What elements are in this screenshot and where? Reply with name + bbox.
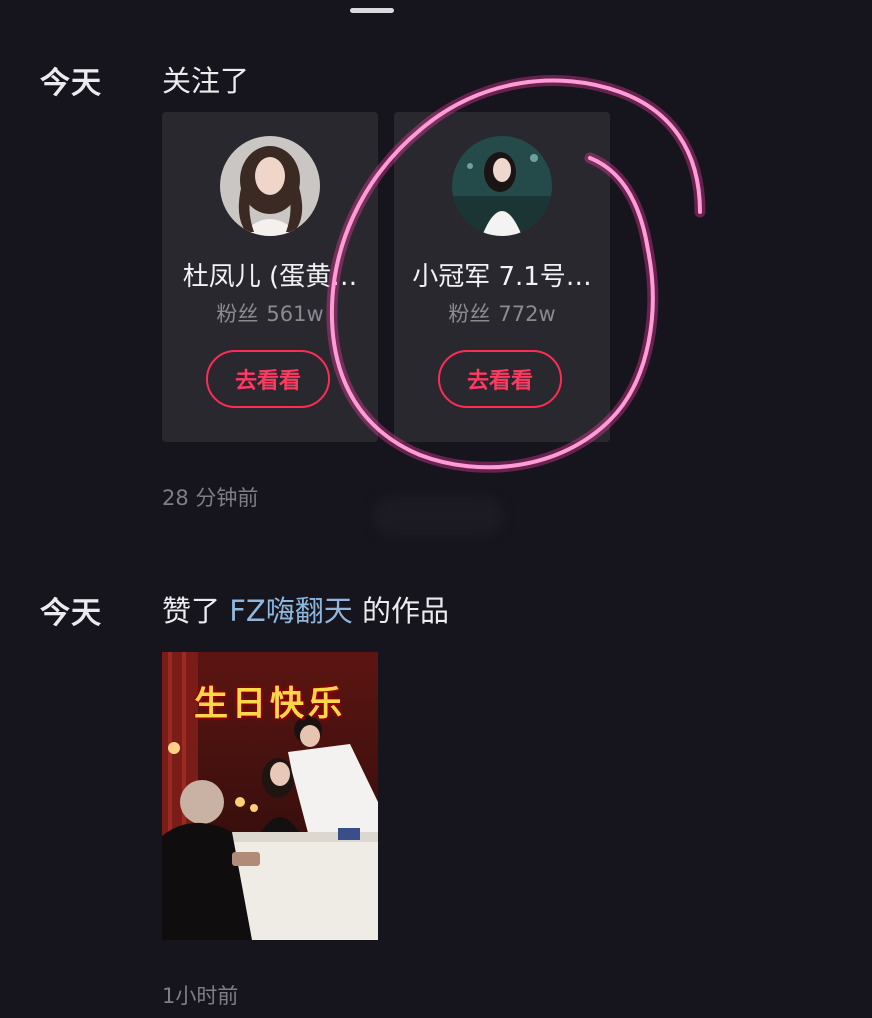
- drag-handle[interactable]: [350, 8, 394, 13]
- avatar[interactable]: [220, 136, 320, 236]
- action-suffix: 的作品: [362, 594, 450, 628]
- day-label: 今天: [40, 66, 102, 101]
- avatar[interactable]: [452, 136, 552, 236]
- timestamp: 1小时前: [162, 984, 239, 1008]
- activity-text: 关注了: [162, 64, 250, 98]
- go-see-button[interactable]: 去看看: [206, 350, 330, 408]
- fans-label: 粉丝: [448, 302, 491, 326]
- day-label: 今天: [40, 596, 102, 631]
- card-fans: 粉丝 561w: [162, 298, 378, 328]
- user-link[interactable]: FZ嗨翻天: [229, 594, 353, 628]
- card-name: 杜凤儿 (蛋黄…: [182, 262, 358, 292]
- fans-count: 561w: [266, 302, 324, 326]
- card-fans: 粉丝 772w: [394, 298, 610, 328]
- thumbnail-caption: 生日快乐: [194, 684, 346, 724]
- card-name: 小冠军 7.1号…: [412, 262, 592, 292]
- fans-label: 粉丝: [216, 302, 259, 326]
- activity-text: 赞了 FZ嗨翻天 的作品: [162, 588, 449, 630]
- fans-count: 772w: [498, 302, 556, 326]
- action-prefix: 赞了: [162, 594, 221, 628]
- timestamp: 28 分钟前: [162, 486, 259, 510]
- follow-card[interactable]: 小冠军 7.1号… 粉丝 772w 去看看: [394, 112, 610, 442]
- redacted-smudge: [372, 496, 504, 536]
- video-thumbnail[interactable]: 生日快乐: [162, 652, 378, 940]
- go-see-button[interactable]: 去看看: [438, 350, 562, 408]
- follow-card[interactable]: 杜凤儿 (蛋黄… 粉丝 561w 去看看: [162, 112, 378, 442]
